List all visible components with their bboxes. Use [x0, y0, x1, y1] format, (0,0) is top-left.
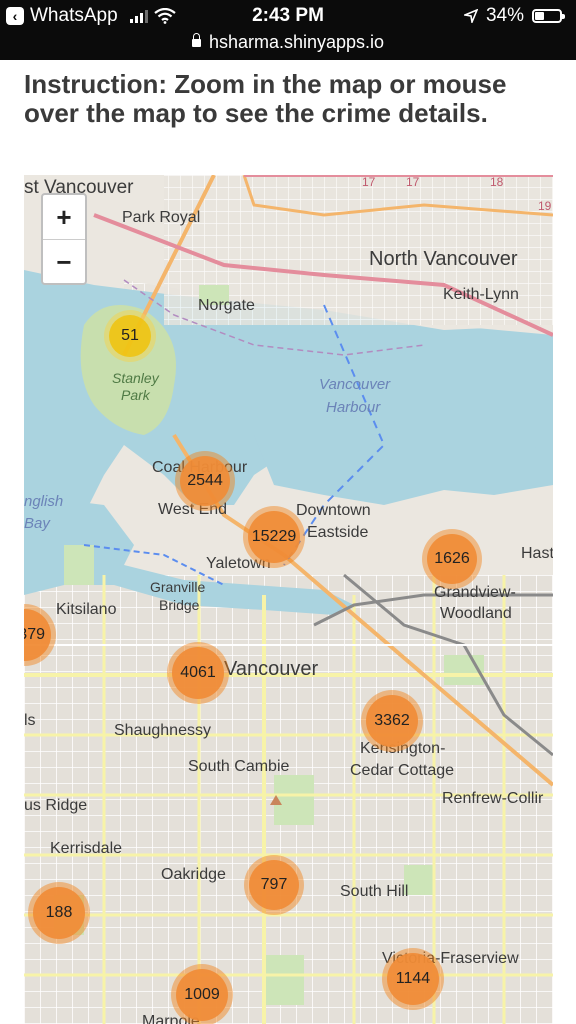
map-label-dunbar-ridge: us Ridge [24, 797, 88, 814]
map-label-park: Park [121, 387, 150, 403]
url-text: hsharma.shinyapps.io [208, 32, 385, 52]
map-label-kerrisdale: Kerrisdale [50, 840, 123, 857]
battery-percent: 34% [485, 5, 524, 26]
route-shield-19: 19 [538, 199, 552, 213]
crime-cluster-marker[interactable]: 3362 [361, 690, 423, 752]
map-label-kitsilano: Kitsilano [56, 601, 117, 618]
crime-cluster-marker[interactable]: 1626 [422, 529, 482, 589]
lock-icon [191, 33, 201, 47]
route-shield-18: 18 [490, 175, 504, 189]
crime-cluster-marker[interactable]: 4061 [167, 642, 229, 704]
crime-map[interactable]: st Vancouver Park Royal North Vancouver … [24, 175, 553, 1024]
crime-cluster-marker[interactable]: 1144 [382, 948, 444, 1010]
map-label-ls: ls [24, 712, 36, 729]
crime-cluster-marker[interactable]: 2544 [175, 451, 235, 511]
map-label-north-vancouver: North Vancouver [369, 248, 518, 270]
zoom-control: + − [41, 193, 87, 285]
map-label-norgate: Norgate [198, 297, 255, 314]
map-label-hastings: Hast [521, 545, 553, 562]
map-label-grandview-2: Woodland [440, 605, 512, 622]
crime-cluster-marker[interactable]: 188 [28, 882, 90, 944]
crime-cluster-marker[interactable]: 15229 [243, 506, 305, 568]
map-label-english-bay-2: Bay [24, 515, 50, 532]
zoom-out-button[interactable]: − [43, 240, 85, 284]
map-label-granville-1: Granville [150, 579, 206, 595]
map-label-vancouver-harbour-1: Vancouver [319, 376, 391, 393]
map-label-english-bay-1: nglish [24, 493, 64, 510]
route-shield-17b: 17 [406, 175, 420, 189]
map-label-vancouver-harbour-2: Harbour [326, 399, 381, 416]
map-label-downtown: Downtown [296, 502, 371, 519]
crime-cluster-marker[interactable]: 1009 [171, 964, 233, 1024]
map-label-south-hill: South Hill [340, 883, 409, 900]
map-label-granville-2: Bridge [159, 597, 200, 613]
map-label-keith-lynn: Keith-Lynn [443, 286, 519, 303]
map-label-park-royal: Park Royal [122, 209, 201, 226]
location-arrow-icon [463, 9, 478, 23]
route-shield-17a: 17 [362, 175, 376, 189]
url-bar[interactable]: hsharma.shinyapps.io [0, 32, 576, 53]
map-label-eastside: Eastside [307, 524, 369, 541]
zoom-in-button[interactable]: + [43, 195, 85, 240]
map-label-kensington-2: Cedar Cottage [350, 762, 455, 779]
map-label-renfrew: Renfrew-Collir [442, 790, 544, 807]
instruction-text: Instruction: Zoom in the map or mouse ov… [24, 69, 507, 128]
crime-cluster-marker[interactable]: 797 [244, 855, 304, 915]
crime-cluster-marker[interactable]: 51 [104, 310, 156, 362]
map-label-vancouver: Vancouver [224, 658, 319, 680]
status-bar: ‹ WhatsApp 2:43 PM 34% hsharma.shinyapps… [0, 0, 576, 60]
battery-icon [532, 9, 565, 23]
map-label-stanley: Stanley [112, 370, 159, 386]
map-label-oakridge: Oakridge [161, 866, 226, 883]
map-label-shaughnessy: Shaughnessy [114, 722, 211, 739]
map-label-south-cambie: South Cambie [188, 758, 290, 775]
